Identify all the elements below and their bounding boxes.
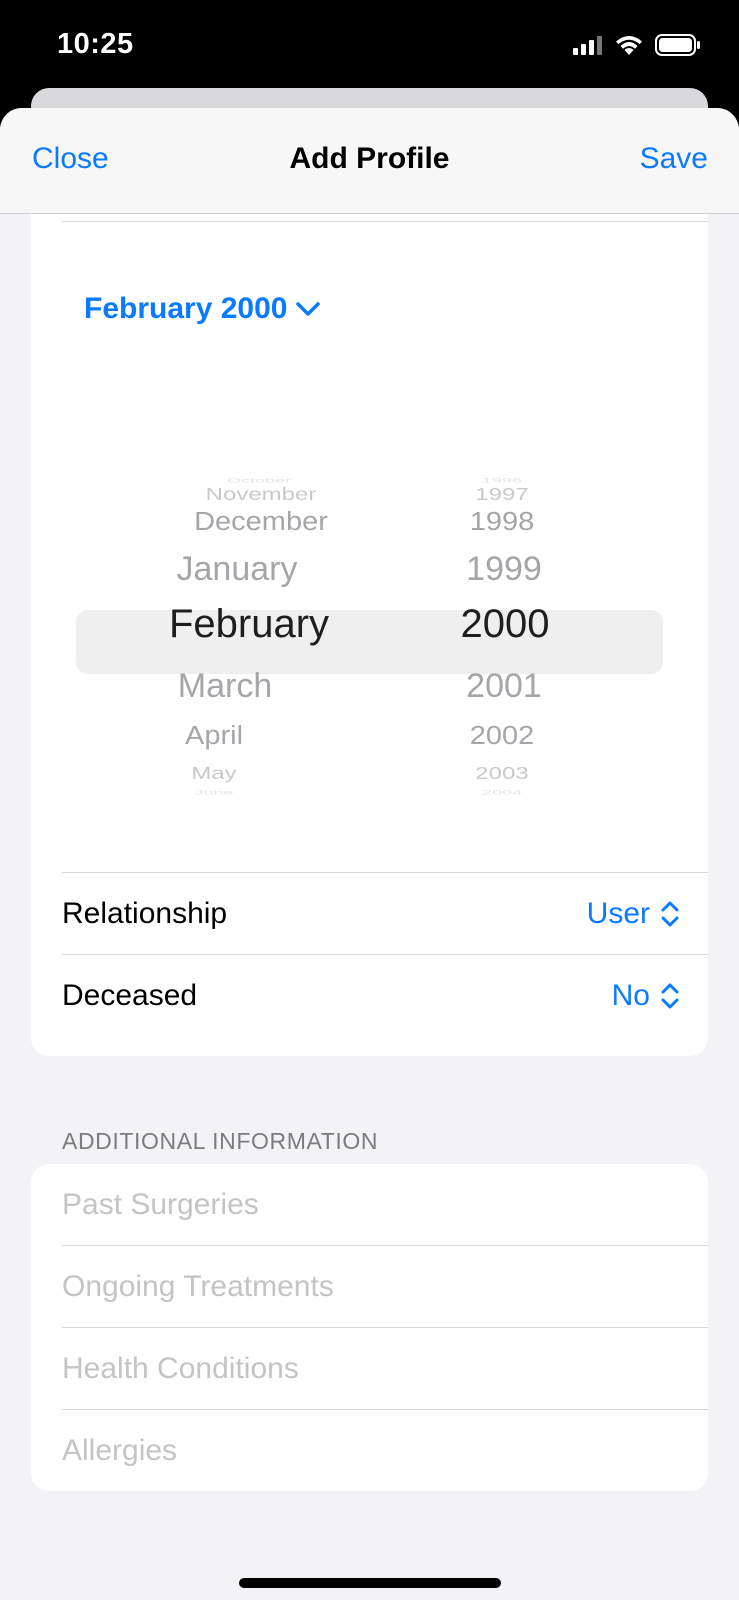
- chevron-down-icon: [296, 302, 321, 316]
- relationship-picker[interactable]: User: [587, 897, 680, 931]
- month-option[interactable]: October: [227, 477, 291, 484]
- allergies-field[interactable]: [62, 1410, 682, 1491]
- month-option[interactable]: November: [206, 485, 317, 505]
- page-title: Add Profile: [289, 142, 450, 175]
- cellular-signal-icon: [573, 36, 602, 55]
- year-option[interactable]: 2001: [466, 667, 542, 706]
- battery-icon: [655, 34, 700, 56]
- month-option[interactable]: March: [178, 667, 272, 706]
- month-year-toggle[interactable]: February 2000: [84, 292, 321, 326]
- section-header: ADDITIONAL INFORMATION: [62, 1128, 379, 1154]
- year-option[interactable]: 1996: [482, 477, 522, 484]
- wifi-icon: [616, 36, 642, 55]
- ongoing-treatments-row: [31, 1246, 708, 1328]
- year-option[interactable]: 2003: [475, 764, 528, 784]
- relationship-label: Relationship: [62, 897, 228, 930]
- ongoing-treatments-field[interactable]: [62, 1246, 682, 1328]
- deceased-row[interactable]: Deceased No: [31, 955, 708, 1037]
- additional-info-card: [31, 1164, 708, 1491]
- chevron-up-down-icon: [661, 983, 679, 1009]
- health-conditions-field[interactable]: [62, 1328, 682, 1410]
- relationship-row[interactable]: Relationship User: [31, 873, 708, 955]
- year-option[interactable]: 1999: [466, 550, 542, 589]
- save-button[interactable]: Save: [640, 142, 708, 176]
- month-year-label: February 2000: [84, 292, 288, 325]
- month-option[interactable]: June: [194, 789, 233, 796]
- month-option-selected[interactable]: February: [169, 602, 329, 647]
- month-option[interactable]: January: [177, 550, 298, 589]
- year-option-selected[interactable]: 2000: [461, 602, 550, 647]
- year-option[interactable]: 2002: [470, 722, 535, 752]
- relationship-value: User: [586, 897, 650, 930]
- status-time: 10:25: [57, 28, 134, 60]
- past-surgeries-row: [31, 1164, 708, 1246]
- chevron-up-down-icon: [661, 901, 679, 927]
- year-option[interactable]: 1998: [470, 508, 535, 538]
- navigation-bar: Close Add Profile Save: [0, 108, 739, 214]
- month-option[interactable]: April: [185, 722, 243, 752]
- divider: [62, 221, 708, 222]
- deceased-label: Deceased: [62, 979, 198, 1012]
- deceased-picker[interactable]: No: [612, 979, 680, 1013]
- deceased-value: No: [611, 979, 650, 1012]
- home-indicator[interactable]: [239, 1578, 501, 1588]
- health-conditions-row: [31, 1328, 708, 1410]
- year-option[interactable]: 2004: [482, 789, 522, 796]
- month-option[interactable]: May: [191, 764, 236, 784]
- status-icons: [573, 34, 701, 56]
- picker-selection-band: [76, 610, 663, 674]
- status-bar: 10:25: [0, 0, 739, 100]
- past-surgeries-field[interactable]: [62, 1164, 682, 1246]
- year-option[interactable]: 1997: [475, 485, 528, 505]
- profile-form-card: February 2000 October November December …: [31, 148, 708, 1056]
- allergies-row: [31, 1410, 708, 1491]
- month-option[interactable]: December: [194, 508, 328, 538]
- add-profile-sheet: Close Add Profile Save February 2000 Oct…: [0, 108, 739, 1600]
